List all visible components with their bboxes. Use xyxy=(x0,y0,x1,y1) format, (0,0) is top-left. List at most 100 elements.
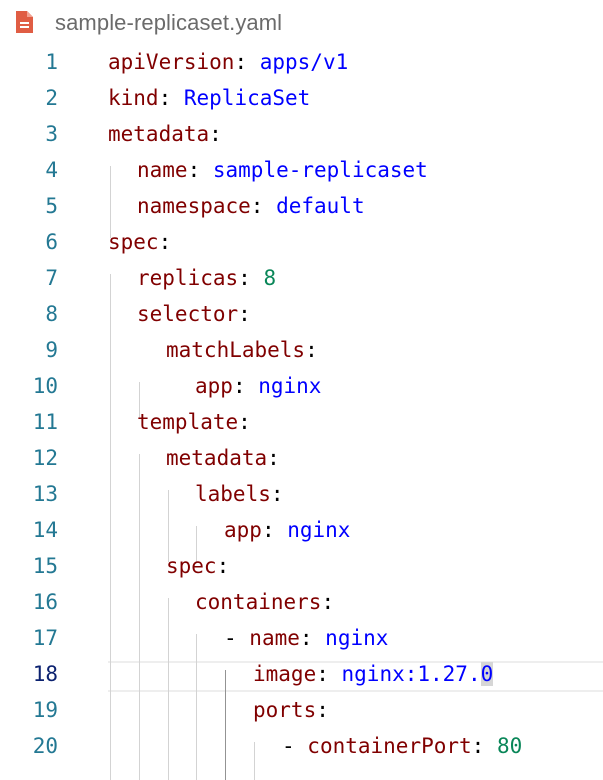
yaml-key: app xyxy=(224,518,262,542)
line-number: 16 xyxy=(32,590,58,614)
code-text: image: nginx:1.27.0 xyxy=(253,656,494,692)
code-text: app: nginx xyxy=(195,368,321,404)
code-text: namespace: default xyxy=(137,188,365,224)
yaml-key: replicas xyxy=(137,266,239,290)
code-text: ports: xyxy=(253,692,329,728)
yaml-value: nginx:1.27. xyxy=(341,662,481,686)
line-number: 18 xyxy=(32,662,58,686)
yaml-file-icon xyxy=(16,11,33,33)
yaml-key: labels xyxy=(195,482,271,506)
code-line[interactable]: 6 spec: xyxy=(0,224,603,260)
code-text: spec: xyxy=(166,548,229,584)
yaml-colon: : xyxy=(158,86,184,110)
code-line[interactable]: 2 kind: ReplicaSet xyxy=(0,80,603,116)
line-number: 17 xyxy=(32,626,58,650)
code-line[interactable]: 20 - containerPort: 80 xyxy=(0,728,603,764)
code-line[interactable]: 14 app: nginx xyxy=(0,512,603,548)
code-text: metadata: xyxy=(108,116,222,152)
line-number: 5 xyxy=(45,194,58,218)
yaml-value: sample-replicaset xyxy=(212,158,428,182)
yaml-number: 8 xyxy=(263,266,277,290)
yaml-colon: : xyxy=(187,158,213,182)
line-number: 6 xyxy=(45,230,58,254)
line-number: 14 xyxy=(32,518,58,542)
code-line[interactable]: 10 app: nginx xyxy=(0,368,603,404)
yaml-key: apiVersion xyxy=(108,50,235,74)
yaml-dash: - xyxy=(282,734,308,758)
code-line[interactable]: 8 selector: xyxy=(0,296,603,332)
code-line[interactable]: 17 - name: nginx xyxy=(0,620,603,656)
yaml-key: ports xyxy=(253,698,317,722)
yaml-colon: : xyxy=(270,482,284,506)
line-number: 9 xyxy=(45,338,58,362)
code-line[interactable]: 18 image: nginx:1.27.0 xyxy=(0,656,603,692)
yaml-key: template xyxy=(137,410,239,434)
yaml-colon: : xyxy=(261,518,288,542)
code-line[interactable]: 3 metadata: xyxy=(0,116,603,152)
yaml-colon: : xyxy=(316,698,329,722)
code-text: labels: xyxy=(195,476,284,512)
code-text: kind: ReplicaSet xyxy=(108,80,310,116)
code-text: apiVersion: apps/v1 xyxy=(108,44,348,80)
yaml-colon: : xyxy=(209,122,222,146)
editor-tab[interactable]: sample-replicaset.yaml xyxy=(0,0,603,46)
yaml-key: name xyxy=(137,158,188,182)
yaml-colon: : xyxy=(299,626,326,650)
yaml-key: kind xyxy=(108,86,159,110)
yaml-key: spec xyxy=(166,554,217,578)
code-line[interactable]: 16 containers: xyxy=(0,584,603,620)
code-text: containers: xyxy=(195,584,334,620)
code-line[interactable]: 13 labels: xyxy=(0,476,603,512)
yaml-colon: : xyxy=(216,554,230,578)
yaml-colon: : xyxy=(316,662,342,686)
line-number: 3 xyxy=(45,122,58,146)
yaml-key: metadata xyxy=(166,446,268,470)
code-text: - name: nginx xyxy=(224,620,388,656)
yaml-colon: : xyxy=(238,410,251,434)
code-line[interactable]: 7 replicas: 8 xyxy=(0,260,603,296)
selected-text: 0 xyxy=(480,662,494,686)
code-text: matchLabels: xyxy=(166,332,318,368)
yaml-colon: : xyxy=(250,194,277,218)
line-number: 7 xyxy=(45,266,58,290)
yaml-value: nginx xyxy=(258,374,322,398)
code-text: selector: xyxy=(137,296,251,332)
line-number: 10 xyxy=(32,374,58,398)
code-editor[interactable]: 1 apiVersion: apps/v1 2 kind: ReplicaSet 3 me… xyxy=(0,44,603,780)
line-number: 20 xyxy=(32,734,58,758)
yaml-key: name xyxy=(249,626,300,650)
line-number: 1 xyxy=(45,50,58,74)
yaml-key: containerPort xyxy=(307,734,472,758)
code-line[interactable]: 15 spec: xyxy=(0,548,603,584)
yaml-dash: - xyxy=(224,626,250,650)
yaml-colon: : xyxy=(238,266,264,290)
yaml-colon: : xyxy=(267,446,280,470)
line-number: 13 xyxy=(32,482,58,506)
line-number: 2 xyxy=(45,86,58,110)
code-line[interactable]: 5 namespace: default xyxy=(0,188,603,224)
code-line[interactable]: 11 template: xyxy=(0,404,603,440)
yaml-colon: : xyxy=(238,302,251,326)
yaml-key: app xyxy=(195,374,233,398)
code-line[interactable]: 1 apiVersion: apps/v1 xyxy=(0,44,603,80)
yaml-colon: : xyxy=(471,734,497,758)
line-number: 19 xyxy=(32,698,58,722)
code-text: app: nginx xyxy=(224,512,350,548)
line-number: 8 xyxy=(45,302,58,326)
code-line[interactable]: 19 ports: xyxy=(0,692,603,728)
code-text: template: xyxy=(137,404,251,440)
yaml-colon: : xyxy=(232,374,259,398)
code-line[interactable]: 9 matchLabels: xyxy=(0,332,603,368)
yaml-key: image xyxy=(253,662,317,686)
line-number: 12 xyxy=(32,446,58,470)
yaml-colon: : xyxy=(234,50,260,74)
yaml-key: namespace xyxy=(137,194,251,218)
yaml-value: apps/v1 xyxy=(259,50,349,74)
code-line[interactable]: 4 name: sample-replicaset xyxy=(0,152,603,188)
yaml-colon: : xyxy=(321,590,335,614)
yaml-value: nginx xyxy=(287,518,351,542)
tab-title: sample-replicaset.yaml xyxy=(55,10,283,35)
code-text: spec: xyxy=(108,224,171,260)
code-text: replicas: 8 xyxy=(137,260,276,296)
code-line[interactable]: 12 metadata: xyxy=(0,440,603,476)
